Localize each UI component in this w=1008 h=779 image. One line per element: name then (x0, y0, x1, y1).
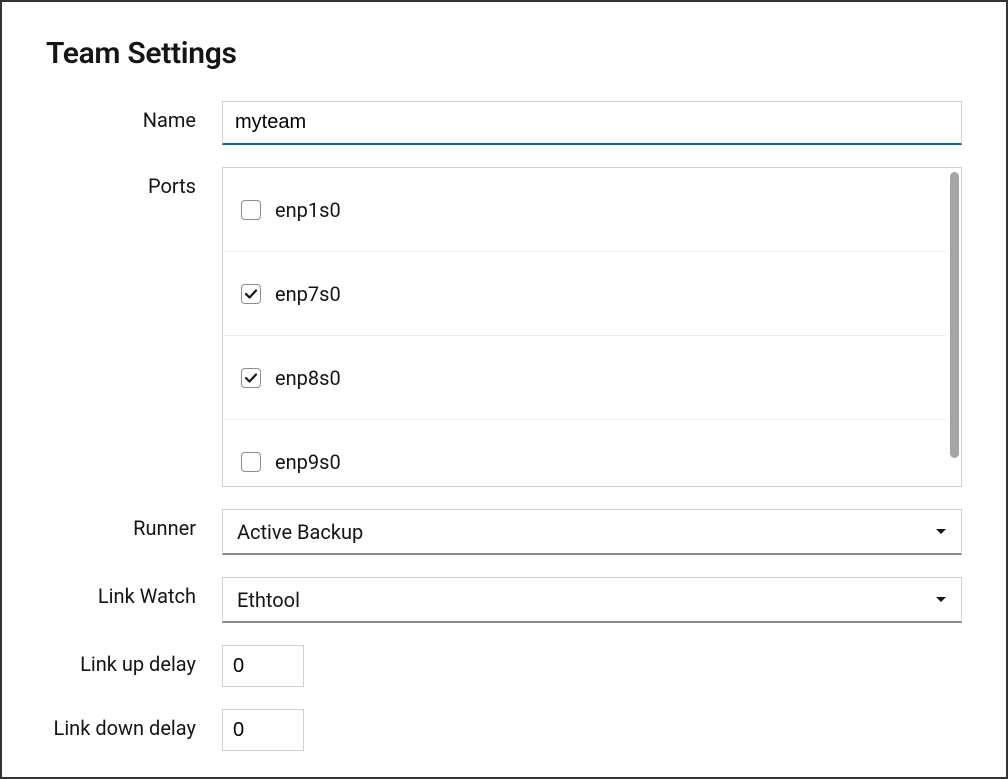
row-link-down-delay: Link down delay (46, 709, 962, 751)
label-name: Name (46, 101, 222, 132)
checkbox-unchecked-icon[interactable] (241, 452, 261, 472)
port-label: enp7s0 (275, 282, 341, 306)
label-link-up-delay: Link up delay (46, 645, 222, 676)
port-label: enp9s0 (275, 450, 341, 474)
checkbox-unchecked-icon[interactable] (241, 200, 261, 220)
label-link-down-delay: Link down delay (46, 709, 222, 740)
checkbox-checked-icon[interactable] (241, 368, 261, 388)
page: Team Settings Name Ports enp1s0 (2, 2, 1006, 761)
port-item-enp9s0[interactable]: enp9s0 (223, 420, 946, 486)
field-name (222, 101, 962, 145)
label-ports: Ports (46, 167, 222, 198)
link-watch-value: Ethtool (237, 588, 300, 612)
link-up-delay-input[interactable] (222, 645, 304, 687)
row-name: Name (46, 101, 962, 145)
field-link-up-delay (222, 645, 962, 687)
caret-down-icon (935, 528, 947, 536)
port-item-enp8s0[interactable]: enp8s0 (223, 336, 946, 420)
checkbox-checked-icon[interactable] (241, 284, 261, 304)
field-link-watch: Ethtool (222, 577, 962, 623)
label-link-watch: Link Watch (46, 577, 222, 608)
settings-window: Team Settings Name Ports enp1s0 (0, 0, 1008, 779)
port-label: enp1s0 (275, 198, 341, 222)
runner-value: Active Backup (237, 520, 363, 544)
label-runner: Runner (46, 509, 222, 540)
row-link-watch: Link Watch Ethtool (46, 577, 962, 623)
link-watch-select[interactable]: Ethtool (222, 577, 962, 623)
port-item-enp1s0[interactable]: enp1s0 (223, 168, 946, 252)
row-runner: Runner Active Backup (46, 509, 962, 555)
field-link-down-delay (222, 709, 962, 751)
row-ports: Ports enp1s0 enp7s0 (46, 167, 962, 487)
port-label: enp8s0 (275, 366, 341, 390)
page-title: Team Settings (46, 36, 962, 71)
field-ports: enp1s0 enp7s0 enp8s0 (222, 167, 962, 487)
caret-down-icon (935, 596, 947, 604)
ports-scroll[interactable]: enp1s0 enp7s0 enp8s0 (223, 168, 946, 486)
link-down-delay-input[interactable] (222, 709, 304, 751)
name-input[interactable] (222, 101, 962, 145)
port-item-enp7s0[interactable]: enp7s0 (223, 252, 946, 336)
field-runner: Active Backup (222, 509, 962, 555)
scrollbar-thumb[interactable] (950, 172, 959, 458)
runner-select[interactable]: Active Backup (222, 509, 962, 555)
row-link-up-delay: Link up delay (46, 645, 962, 687)
ports-list: enp1s0 enp7s0 enp8s0 (222, 167, 962, 487)
